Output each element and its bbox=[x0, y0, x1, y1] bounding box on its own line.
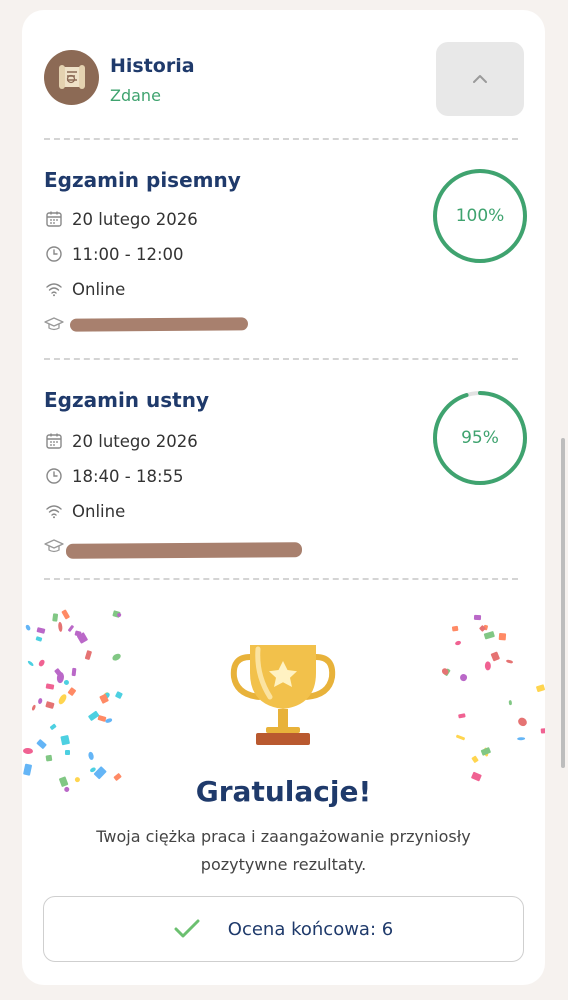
clock-icon bbox=[46, 246, 62, 262]
confetti-piece bbox=[71, 668, 77, 677]
confetti-piece bbox=[516, 715, 529, 728]
confetti-piece bbox=[24, 624, 31, 632]
confetti-piece bbox=[540, 727, 545, 734]
confetti-piece bbox=[67, 624, 75, 633]
wifi-icon bbox=[46, 505, 62, 519]
confetti-piece bbox=[35, 738, 47, 750]
score-value: 95% bbox=[461, 428, 499, 448]
score-value: 100% bbox=[455, 206, 505, 226]
redacted-teacher bbox=[65, 542, 303, 559]
checkmark-icon bbox=[174, 919, 200, 938]
confetti-piece bbox=[116, 612, 122, 618]
exam-teacher-row bbox=[44, 313, 72, 335]
score-ring: 100% bbox=[432, 168, 528, 264]
final-grade-label: Ocena końcowa: 6 bbox=[227, 918, 394, 940]
confetti-piece bbox=[458, 672, 468, 682]
confetti-piece bbox=[45, 683, 54, 690]
confetti-piece bbox=[51, 613, 59, 623]
clock-icon bbox=[46, 468, 62, 484]
chevron-up-icon bbox=[473, 75, 487, 83]
confetti-piece bbox=[473, 615, 482, 621]
subject-avatar bbox=[44, 50, 99, 105]
confetti-piece bbox=[61, 608, 71, 620]
confetti-piece bbox=[37, 697, 43, 705]
exam-time: 18:40 - 18:55 bbox=[72, 466, 184, 486]
exam-time: 11:00 - 12:00 bbox=[72, 244, 184, 264]
exam-title: Egzamin ustny bbox=[44, 388, 209, 412]
subject-name: Historia bbox=[110, 55, 195, 77]
confetti-piece bbox=[483, 630, 496, 640]
confetti-piece bbox=[87, 751, 94, 760]
confetti-piece bbox=[45, 700, 55, 709]
confetti-piece bbox=[60, 734, 71, 745]
exam-item: Egzamin ustny 20 lutego 2026 18:40 - 18:… bbox=[22, 388, 545, 598]
confetti-piece bbox=[36, 626, 46, 634]
confetti-piece bbox=[490, 650, 501, 662]
scroll-icon bbox=[59, 65, 85, 89]
confetti-piece bbox=[85, 650, 93, 661]
exam-date-row: 20 lutego 2026 bbox=[44, 430, 198, 452]
trophy-icon bbox=[230, 645, 336, 745]
score-ring: 95% bbox=[432, 390, 528, 486]
exam-date: 20 lutego 2026 bbox=[72, 431, 198, 451]
confetti-piece bbox=[498, 632, 506, 641]
confetti-piece bbox=[35, 636, 43, 642]
confetti-piece bbox=[508, 699, 513, 705]
congrats-message: Twoja ciężka praca i zaangażowanie przyn… bbox=[96, 827, 471, 874]
confetti-piece bbox=[536, 683, 545, 692]
confetti-piece bbox=[456, 734, 466, 741]
exam-date-row: 20 lutego 2026 bbox=[44, 208, 198, 230]
calendar-icon bbox=[46, 211, 62, 227]
confetti-piece bbox=[67, 686, 77, 696]
exam-item: Egzamin pisemny 20 lutego 2026 11:00 - 1… bbox=[22, 168, 545, 378]
exam-mode-row: Online bbox=[44, 278, 125, 300]
collapse-button[interactable] bbox=[436, 42, 524, 116]
confetti-piece bbox=[65, 750, 70, 756]
final-grade-box: Ocena końcowa: 6 bbox=[43, 896, 524, 962]
confetti-piece bbox=[49, 723, 58, 731]
congrats-title: Gratulacje! bbox=[195, 775, 372, 808]
confetti-piece bbox=[111, 652, 123, 663]
graduation-cap-icon bbox=[44, 539, 64, 553]
calendar-icon bbox=[46, 433, 62, 449]
exam-time-row: 18:40 - 18:55 bbox=[44, 465, 184, 487]
exam-result-card: Historia Zdane Egzamin pisemny 20 lutego… bbox=[22, 10, 545, 985]
exam-mode-row: Online bbox=[44, 500, 125, 522]
confetti-piece bbox=[57, 693, 69, 706]
exam-mode: Online bbox=[72, 279, 126, 299]
divider bbox=[44, 578, 518, 580]
graduation-cap-icon bbox=[44, 317, 64, 331]
confetti-piece bbox=[62, 678, 70, 686]
exam-mode: Online bbox=[72, 501, 126, 521]
confetti-piece bbox=[457, 713, 466, 719]
exam-time-row: 11:00 - 12:00 bbox=[44, 243, 184, 265]
wifi-icon bbox=[46, 283, 62, 297]
exam-date: 20 lutego 2026 bbox=[72, 209, 198, 229]
confetti-piece bbox=[57, 621, 64, 633]
confetti-piece bbox=[45, 754, 53, 761]
confetti-piece bbox=[26, 659, 35, 668]
confetti-piece bbox=[114, 691, 123, 700]
subject-status: Zdane bbox=[110, 86, 161, 105]
confetti-piece bbox=[480, 747, 492, 756]
exam-title: Egzamin pisemny bbox=[44, 168, 241, 192]
confetti-piece bbox=[516, 736, 525, 741]
confetti-piece bbox=[37, 658, 46, 668]
confetti-piece bbox=[470, 755, 479, 764]
divider bbox=[44, 138, 518, 140]
confetti-piece bbox=[88, 711, 100, 722]
confetti-piece bbox=[484, 660, 492, 671]
confetti-piece bbox=[30, 704, 36, 711]
confetti-piece bbox=[76, 632, 88, 645]
confetti-piece bbox=[23, 763, 33, 776]
divider bbox=[44, 358, 518, 360]
confetti-piece bbox=[451, 625, 459, 632]
confetti-piece bbox=[23, 747, 34, 755]
subject-header: Historia Zdane bbox=[22, 10, 545, 138]
confetti-piece bbox=[454, 640, 462, 647]
scrollbar[interactable] bbox=[561, 438, 565, 768]
redacted-teacher bbox=[69, 317, 249, 332]
confetti-piece bbox=[505, 658, 513, 664]
